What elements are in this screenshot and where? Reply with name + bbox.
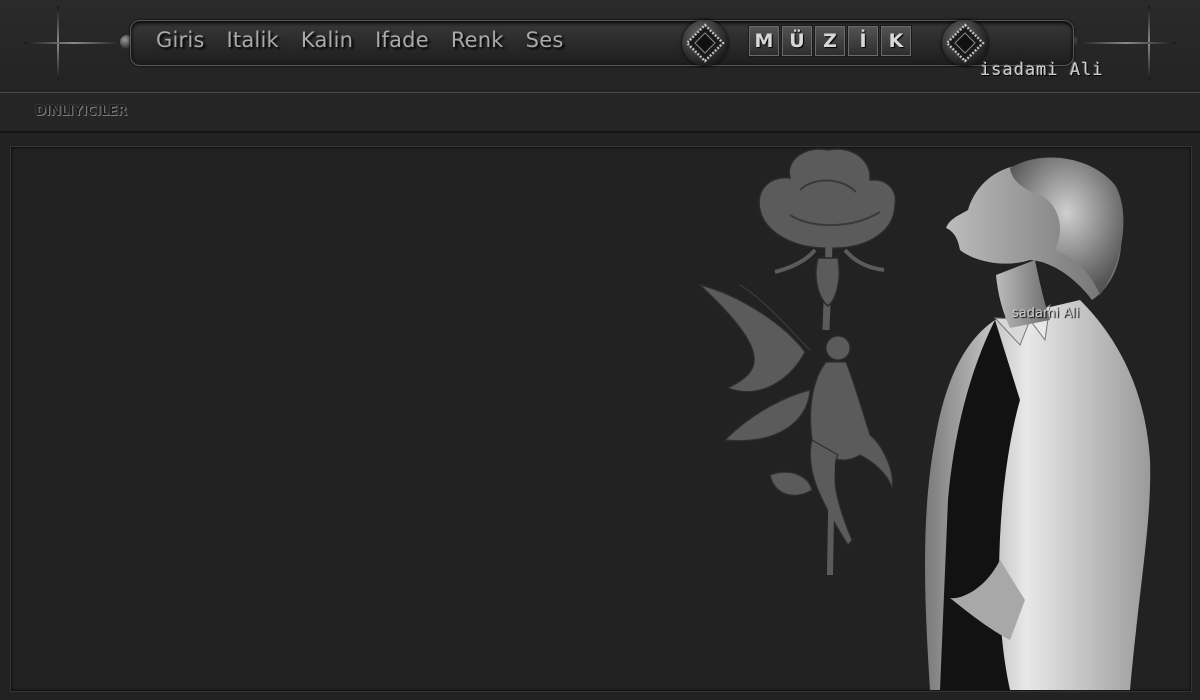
fairy-icon bbox=[697, 283, 894, 576]
decorative-artwork bbox=[697, 148, 1151, 690]
rose-icon bbox=[758, 148, 897, 331]
photo-signature: sadami Ali bbox=[1012, 306, 1080, 321]
woman-portrait-image bbox=[925, 157, 1151, 690]
